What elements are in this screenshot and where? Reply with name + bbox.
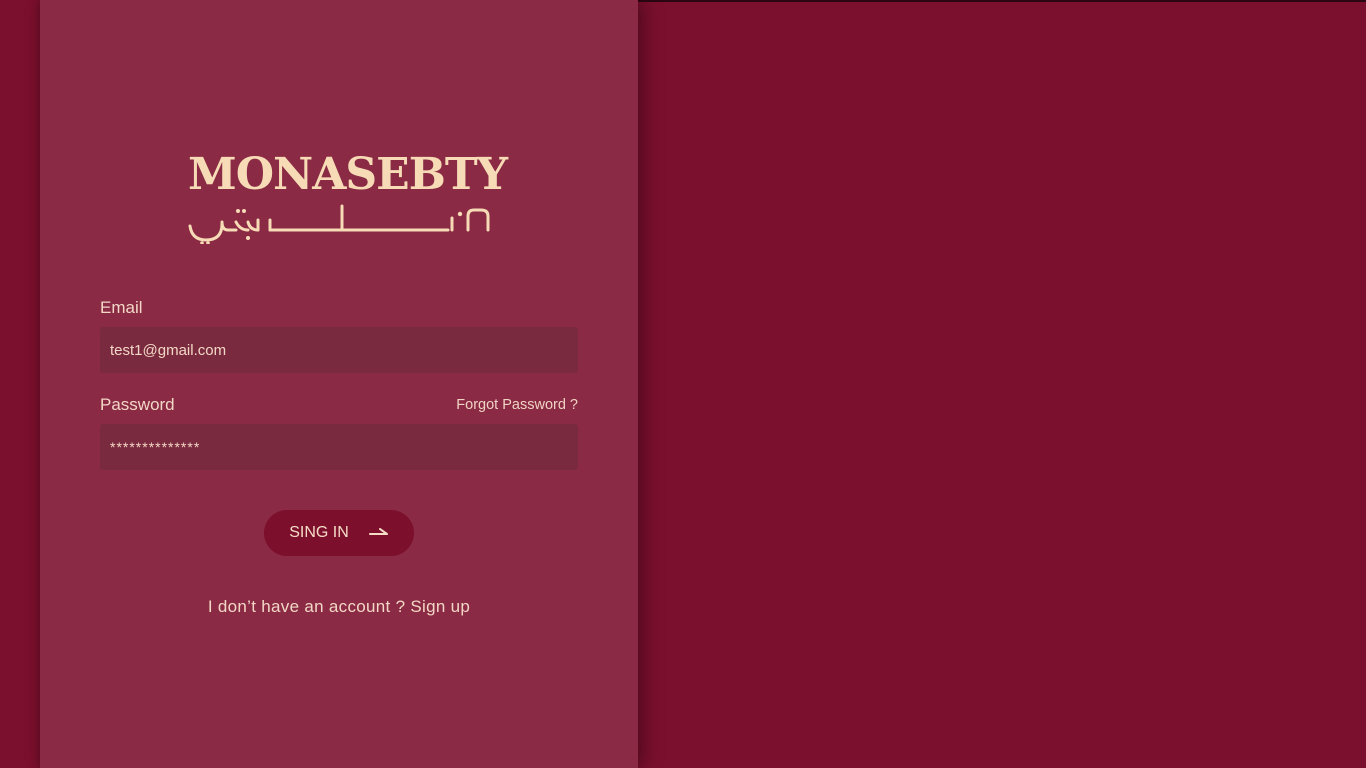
top-border-line: [638, 0, 1366, 2]
email-label: Email: [100, 298, 143, 317]
password-label: Password: [100, 395, 175, 414]
sign-in-label: SING IN: [289, 524, 349, 541]
brand-logo: MONASEBTY: [188, 149, 508, 250]
brand-name: MONASEBTY: [188, 149, 508, 200]
sign-in-button[interactable]: SING IN: [264, 510, 414, 556]
signup-prompt: I don’t have an account ?: [207, 597, 406, 616]
arrow-right-icon: [368, 528, 388, 535]
forgot-password-link[interactable]: Forgot Password ?: [456, 397, 578, 413]
signup-prompt-line: I don’t have an account ? Sign up: [40, 597, 638, 617]
login-panel: MONASEBTY Email test1@gmail.com Password…: [40, 0, 638, 768]
brand-arabic-wordmark: [188, 204, 490, 244]
email-field[interactable]: test1@gmail.com: [100, 327, 578, 373]
password-field[interactable]: **************: [100, 424, 578, 470]
signup-link[interactable]: Sign up: [410, 597, 470, 616]
